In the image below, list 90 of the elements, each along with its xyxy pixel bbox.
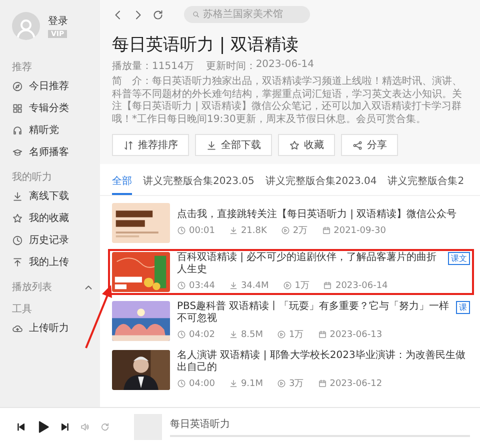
play-count-icon <box>277 330 286 339</box>
date: 2023-06-13 <box>330 330 382 340</box>
track-title[interactable]: 点击我，直接跳转关注【每日英语听力 | 双语精读】微信公众号 <box>177 209 457 221</box>
refresh-button[interactable] <box>152 8 164 20</box>
action-button[interactable]: 分享 <box>341 134 398 156</box>
text-badge: 课 <box>456 301 470 314</box>
cap-icon <box>12 146 23 158</box>
date: 2021-09-30 <box>334 226 386 236</box>
sidebar-item[interactable]: 历史记录 <box>12 230 94 250</box>
headphones-icon <box>12 124 23 136</box>
clock-icon <box>177 379 186 388</box>
download-icon <box>228 226 238 235</box>
sidebar-item[interactable]: 我的上传 <box>12 252 94 272</box>
star-icon <box>289 140 300 150</box>
file-size: 34.4M <box>240 280 269 290</box>
update-time: 2023-06-14 <box>256 59 314 72</box>
section-title: 工具 <box>12 303 32 316</box>
play-button[interactable] <box>36 420 50 434</box>
download-icon <box>12 190 23 202</box>
calendar-icon <box>318 379 327 388</box>
download-icon <box>228 330 238 339</box>
calendar-icon <box>322 226 331 235</box>
file-size: 9.1M <box>240 378 264 388</box>
compass-icon <box>12 80 23 92</box>
text-badge: 课文 <box>448 252 470 265</box>
section-title: 推荐 <box>12 60 32 74</box>
sidebar-item[interactable]: 上传听力 <box>12 318 94 338</box>
download-icon <box>228 379 238 388</box>
share-icon <box>352 140 363 150</box>
tab[interactable]: 讲义完整版合集2 <box>388 170 464 195</box>
sidebar-item[interactable]: 专辑分类 <box>12 98 94 118</box>
file-size: 8.5M <box>240 330 264 340</box>
tab[interactable]: 讲义完整版合集2023.04 <box>265 170 377 195</box>
refresh-icon <box>152 8 164 20</box>
clock-icon <box>12 234 23 246</box>
clock-icon <box>177 226 186 235</box>
play-count: 1万 <box>289 329 304 341</box>
play-count-icon <box>277 379 286 388</box>
duration: 03:44 <box>189 280 215 290</box>
duration: 00:01 <box>189 226 215 236</box>
star-icon <box>12 212 23 224</box>
volume-icon <box>80 422 90 432</box>
cloud-icon <box>12 322 23 334</box>
download-icon <box>228 281 238 290</box>
play-count: 2万 <box>292 225 308 237</box>
section-title: 我的听力 <box>12 170 52 184</box>
sidebar-item[interactable]: 我的收藏 <box>12 208 94 228</box>
play-count-icon <box>282 281 292 290</box>
repeat-icon <box>100 422 110 432</box>
upload-icon <box>12 256 23 268</box>
play-count: 3万 <box>289 378 304 390</box>
track-title[interactable]: PBS趣科普 双语精读丨「玩耍」有多重要？它与「努力」一样不可忽视 <box>177 301 453 325</box>
login-link[interactable]: 登录 <box>48 14 68 28</box>
update-time-label: 更新时间： <box>206 60 256 73</box>
tab[interactable]: 全部 <box>112 170 132 195</box>
album-description: 简 介：每日英语听力独家出品，双语精读学习频道上线啦！精选时讯、演讲、科普等不同题材的外长难句结构，掌握重点词汇短语，学习英文表达小知识。关注【每日英语听力 | 双语精读】微信公众笔记，还可以加入双语精读打卡学习群哦！*工作日每日晚间19:30更新，周末及节假日休息。会员可赏合集。 <box>112 76 463 126</box>
sidebar-item[interactable]: 离线下载 <box>12 186 94 206</box>
play-icon <box>36 420 50 434</box>
clock-icon <box>177 281 186 290</box>
track-title[interactable]: 名人演讲 双语精读 | 耶鲁大学校长2023毕业演讲：为改善民生做出自己的 <box>177 350 470 374</box>
play-count: 11514万 <box>152 60 194 73</box>
duration: 04:02 <box>189 330 215 340</box>
action-button[interactable]: 收藏 <box>278 134 335 156</box>
calendar-icon <box>323 281 332 290</box>
action-button[interactable]: 推荐排序 <box>112 134 189 156</box>
tab[interactable]: 讲义完整版合集2023.05 <box>143 170 254 195</box>
download-icon <box>206 140 217 150</box>
duration: 04:00 <box>189 378 215 388</box>
grid-icon <box>12 102 23 114</box>
sidebar-item[interactable]: 今日推荐 <box>12 76 94 96</box>
play-count-icon <box>280 226 290 235</box>
calendar-icon <box>318 330 327 339</box>
date: 2023-06-12 <box>330 378 382 388</box>
play-count-label: 播放量： <box>112 60 152 73</box>
now-playing-title: 每日英语听力 <box>170 418 231 430</box>
play-count: 1万 <box>294 280 310 292</box>
track-title[interactable]: 百科双语精读 | 必不可少的追剧伙伴，了解品客薯片的曲折人生史 <box>177 252 445 276</box>
album-title: 每日英语听力 | 双语精读 <box>112 34 300 56</box>
date: 2023-06-14 <box>335 280 388 290</box>
next-icon <box>60 422 70 432</box>
clock-icon <box>177 330 186 339</box>
sidebar-item[interactable]: 精听党 <box>12 120 94 140</box>
previous-icon <box>16 422 26 432</box>
previous-button[interactable] <box>16 422 26 432</box>
sort-icon <box>123 140 134 150</box>
action-button[interactable]: 全部下载 <box>195 134 272 156</box>
search-icon <box>192 10 200 19</box>
file-size: 21.8K <box>240 226 267 236</box>
sidebar-item[interactable]: 名师播客 <box>12 142 94 162</box>
next-button[interactable] <box>60 422 70 432</box>
